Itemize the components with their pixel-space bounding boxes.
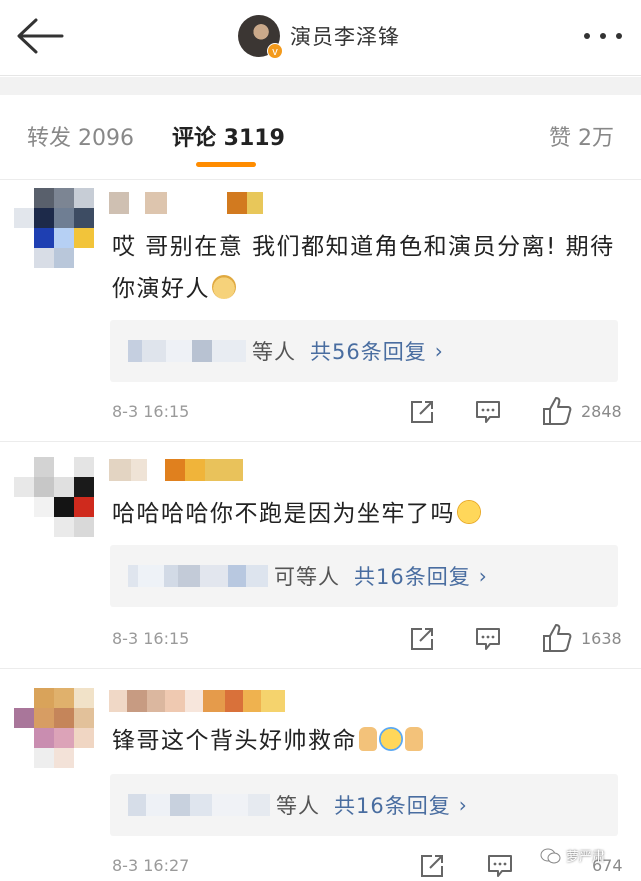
- avatar[interactable]: v: [238, 15, 283, 59]
- profile-name[interactable]: 演员李泽锋: [290, 21, 400, 51]
- chevron-right-icon[interactable]: ›: [479, 564, 487, 588]
- comment-text: 哈哈哈哈你不跑是因为坐牢了吗: [112, 493, 622, 535]
- thumbs-up-icon[interactable]: [541, 395, 573, 427]
- like-count: 1638: [581, 629, 622, 648]
- watermark-text: 萝严肃: [566, 850, 606, 865]
- comment-icon[interactable]: [474, 625, 502, 653]
- reply-users-label: 可等人: [274, 565, 340, 589]
- reply-users-label: 等人: [252, 340, 296, 364]
- profile-header[interactable]: v 演员李泽锋: [238, 14, 400, 59]
- chevron-right-icon[interactable]: ›: [435, 339, 443, 363]
- thumbs-emoji-icon: [405, 727, 423, 751]
- share-icon[interactable]: [408, 625, 436, 653]
- tab-comment[interactable]: 评论 3119: [172, 120, 285, 152]
- watermark: 萝严肃: [540, 846, 605, 865]
- reply-summary[interactable]: 等人 共56条回复 ›: [110, 320, 618, 382]
- reply-names: [128, 340, 246, 362]
- avatar[interactable]: [14, 688, 94, 768]
- reply-count-link[interactable]: 共56条回复: [310, 336, 427, 366]
- comment-text: 锋哥这个背头好帅救命: [112, 720, 622, 762]
- username[interactable]: [109, 690, 285, 712]
- reply-count-link[interactable]: 共16条回复: [334, 790, 451, 820]
- reply-users-label: 等人: [276, 794, 320, 818]
- tab-like[interactable]: 赞 2万: [549, 120, 614, 152]
- comment-time: 8-3 16:15: [112, 402, 190, 421]
- reply-count-link[interactable]: 共16条回复: [354, 561, 471, 591]
- top-bar: v 演员李泽锋: [0, 0, 641, 76]
- share-icon[interactable]: [418, 852, 446, 880]
- comment-icon[interactable]: [486, 852, 514, 880]
- avatar[interactable]: [14, 457, 94, 537]
- verified-badge: v: [267, 43, 283, 59]
- username[interactable]: [109, 459, 243, 481]
- chevron-right-icon[interactable]: ›: [459, 793, 467, 817]
- avatar[interactable]: [14, 188, 94, 268]
- username[interactable]: [109, 192, 263, 214]
- doge-icon: [212, 275, 236, 299]
- comment-icon[interactable]: [474, 398, 502, 426]
- reply-summary[interactable]: 等人 共16条回复 ›: [110, 774, 618, 836]
- crying-emoji-icon: [379, 727, 403, 751]
- wechat-icon: [540, 848, 561, 863]
- comment-time: 8-3 16:15: [112, 629, 190, 648]
- comment-text: 哎 哥别在意 我们都知道角色和演员分离! 期待你演好人: [112, 234, 615, 302]
- reply-names: [128, 794, 270, 816]
- more-dots-icon[interactable]: [580, 26, 626, 46]
- comment-item: 哎 哥别在意 我们都知道角色和演员分离! 期待你演好人 等人 共56条回复 › …: [0, 180, 641, 442]
- divider: [0, 77, 641, 95]
- thumbs-emoji-icon: [359, 727, 377, 751]
- active-tab-indicator: [196, 162, 256, 167]
- tab-repost[interactable]: 转发 2096: [27, 120, 134, 152]
- tab-bar: 转发 2096 评论 3119 赞 2万: [0, 96, 641, 180]
- reply-summary[interactable]: 可等人 共16条回复 ›: [110, 545, 618, 607]
- reply-names: [128, 565, 268, 587]
- arrow-left-icon[interactable]: [14, 16, 66, 56]
- thumbs-up-icon[interactable]: [541, 622, 573, 654]
- comment-item: 哈哈哈哈你不跑是因为坐牢了吗 可等人 共16条回复 › 8-3 16:15 16…: [0, 443, 641, 669]
- comment-time: 8-3 16:27: [112, 856, 190, 875]
- share-icon[interactable]: [408, 398, 436, 426]
- like-count: 2848: [581, 402, 622, 421]
- grin-icon: [457, 500, 481, 524]
